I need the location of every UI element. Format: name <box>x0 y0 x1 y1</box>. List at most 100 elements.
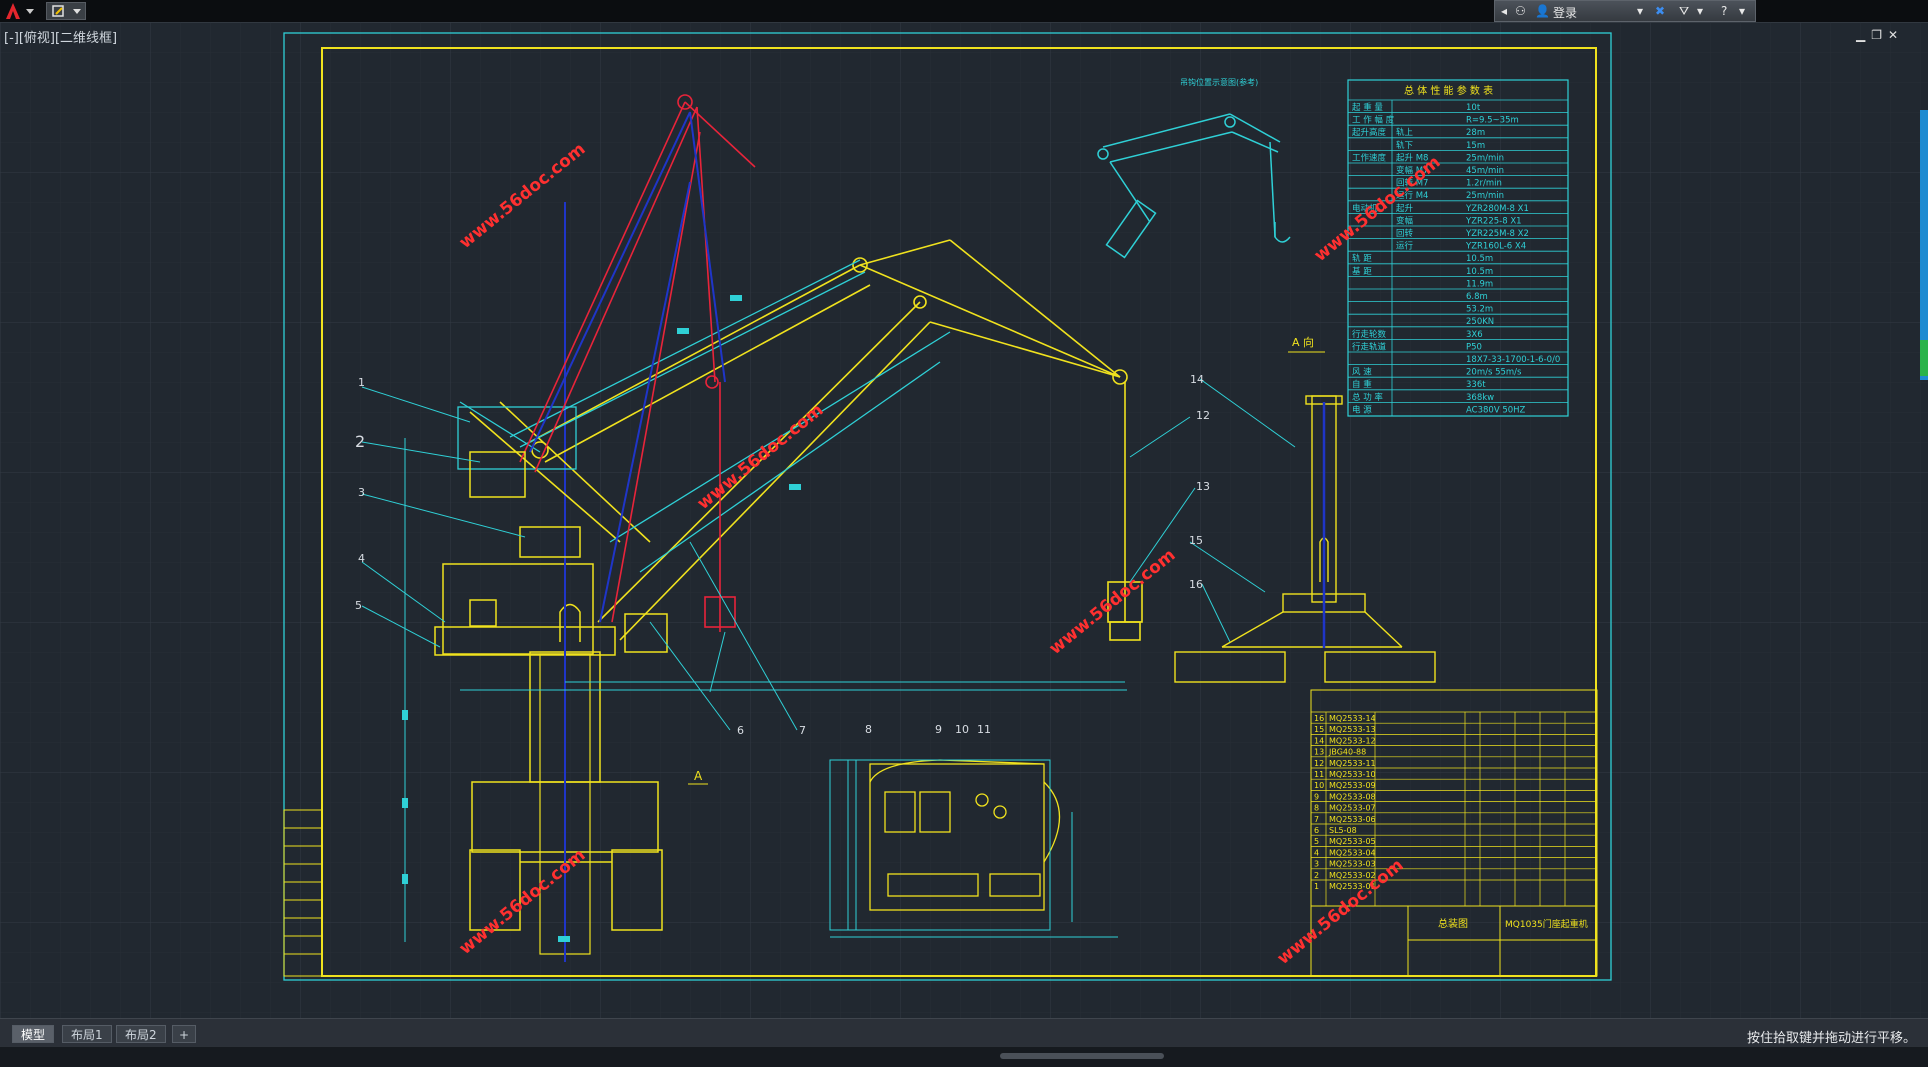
parameters-cell: 工 作 幅 度 <box>1352 115 1395 126</box>
bom-cell: 2 <box>1314 871 1319 880</box>
parameters-cell: 变幅 <box>1396 215 1414 226</box>
balloon-3: 3 <box>358 486 365 499</box>
bom-cell: 5 <box>1314 837 1319 846</box>
help-icon[interactable]: ? <box>1721 4 1727 18</box>
bom-cell: 6 <box>1314 826 1319 835</box>
balloon-2: 2 <box>355 432 365 451</box>
add-layout-button[interactable]: + <box>172 1025 197 1043</box>
bom-cell: SL5-08 <box>1329 826 1357 835</box>
parameters-cell: YZR225-8 X1 <box>1465 216 1522 226</box>
tab-layout1[interactable]: 布局1 <box>62 1025 112 1043</box>
parameters-cell: 10.5m <box>1466 267 1493 277</box>
bom-cell: 10 <box>1314 781 1324 790</box>
parameters-cell: 20m/s 55m/s <box>1466 368 1522 378</box>
parameters-cell: 3X6 <box>1466 330 1483 340</box>
hook-detail-title: 吊钩位置示意图(参考) <box>1180 77 1258 87</box>
minimize-icon[interactable]: ▁ <box>1856 28 1871 42</box>
parameters-cell: 15m <box>1466 141 1485 151</box>
quick-access-toolbar[interactable] <box>46 2 86 20</box>
view-a-label: A 向 <box>1292 335 1314 349</box>
parameters-cell: 行走轨道 <box>1352 341 1387 352</box>
bom-cell: MQ2533-11 <box>1329 759 1376 768</box>
balloon-8: 8 <box>865 723 872 736</box>
bom-cell: MQ2533-10 <box>1329 770 1376 779</box>
bom-cell: 7 <box>1314 815 1319 824</box>
workspace-icon <box>52 5 81 17</box>
parameters-cell: 起 重 量 <box>1352 102 1383 113</box>
user-icon: 👤 <box>1535 4 1550 18</box>
bom-cell: 1 <box>1314 882 1319 891</box>
command-hint: 按住拾取键并拖动进行平移。 <box>1746 1031 1916 1046</box>
balloon-6: 6 <box>737 724 744 737</box>
bom-cell: 9 <box>1314 792 1319 801</box>
parameters-cell: 18X7-33-1700-1-6-0/0 <box>1466 355 1560 365</box>
bom-cell: 3 <box>1314 860 1319 869</box>
balloon-5: 5 <box>355 599 362 612</box>
tab-layout2[interactable]: 布局2 <box>116 1025 166 1043</box>
balloon-15: 15 <box>1189 534 1203 547</box>
parameters-cell: 25m/min <box>1466 191 1504 201</box>
bom-cell: 14 <box>1314 736 1324 745</box>
parameters-cell: R=9.5~35m <box>1466 116 1519 126</box>
parameters-cell: 6.8m <box>1466 292 1488 302</box>
bom-cell: MQ2533-04 <box>1329 848 1376 857</box>
autodesk-a360-icon[interactable]: ⛛ <box>1679 4 1689 19</box>
chevron-down-icon[interactable]: ▾ <box>1697 4 1703 18</box>
application-menu-button[interactable] <box>2 1 42 21</box>
parameters-cell: 368kw <box>1466 393 1494 403</box>
parameters-cell: 总 功 率 <box>1352 392 1383 403</box>
login-button[interactable]: 登录 <box>1553 4 1577 21</box>
parameters-cell: 回转 <box>1396 228 1414 239</box>
nav-bar-indicator[interactable] <box>1920 340 1928 376</box>
balloon-11: 11 <box>977 723 991 736</box>
bom-cell: 4 <box>1314 848 1319 857</box>
bom-cell: 16 <box>1314 714 1324 723</box>
parameters-cell: 10t <box>1466 103 1481 113</box>
parameters-cell: 行走轮数 <box>1352 329 1387 340</box>
parameters-cell: 10.5m <box>1466 254 1493 264</box>
parameters-cell: 28m <box>1466 128 1485 138</box>
bom-cell: MQ2533-09 <box>1329 781 1376 790</box>
balloon-14: 14 <box>1190 373 1204 386</box>
chevron-left-icon[interactable]: ◂ <box>1501 4 1507 18</box>
viewport-controls[interactable]: [-][俯视][二维线框] <box>4 27 117 46</box>
balloon-13: 13 <box>1196 480 1210 493</box>
parameters-cell: 自 重 <box>1352 379 1372 390</box>
tab-model[interactable]: 模型 <box>12 1025 55 1043</box>
restore-icon[interactable]: ❐ <box>1871 28 1888 42</box>
parameters-cell: 工作速度 <box>1352 152 1387 163</box>
status-bar <box>0 1046 1928 1067</box>
application-topbar: ◂ ⚇ 👤 登录 ▾ ✖ ⛛ ▾ ? ▾ <box>0 0 1928 23</box>
balloon-1: 1 <box>358 376 365 389</box>
bom-cell: JBG40-88 <box>1328 748 1366 757</box>
bom-cell: 13 <box>1314 748 1324 757</box>
exchange-icon[interactable]: ✖ <box>1655 4 1665 18</box>
dropdown-icon[interactable]: ▾ <box>1637 4 1643 18</box>
bom-cell: MQ2533-07 <box>1329 804 1376 813</box>
bom-cell: MQ2533-08 <box>1329 792 1376 801</box>
drawing-name: 总装图 <box>1438 917 1468 930</box>
drawing-viewport[interactable]: 1 2 3 4 5 6 7 A 8 9 10 11 吊钩位置示意图(参考) A … <box>0 22 1928 1018</box>
bom-cell: MQ2533-03 <box>1329 860 1376 869</box>
parameters-cell: AC380V 50HZ <box>1466 405 1526 415</box>
parameters-cell: 轨 距 <box>1352 253 1372 264</box>
bom-cell: MQ2533-14 <box>1329 714 1376 723</box>
balloon-7: 7 <box>799 724 806 737</box>
section-a-label: A <box>694 769 703 783</box>
bom-cell: 12 <box>1314 759 1324 768</box>
viewport-window-controls[interactable]: ▁❐✕ <box>1856 28 1904 42</box>
model-grid <box>0 22 1928 1018</box>
parameters-cell: 轨上 <box>1396 127 1414 138</box>
parameters-cell: 起升高度 <box>1352 127 1387 138</box>
balloon-16: 16 <box>1189 578 1203 591</box>
bom-cell: MQ2533-05 <box>1329 837 1376 846</box>
parameters-cell: 1.2r/min <box>1466 179 1502 189</box>
close-icon[interactable]: ✕ <box>1888 28 1904 42</box>
help-dropdown-icon[interactable]: ▾ <box>1739 4 1745 18</box>
binoculars-icon[interactable]: ⚇ <box>1515 4 1526 18</box>
balloon-10: 10 <box>955 723 969 736</box>
horizontal-scrollbar[interactable] <box>1000 1053 1164 1059</box>
bom-cell: MQ2533-06 <box>1329 815 1376 824</box>
parameters-cell: 250KN <box>1466 317 1494 327</box>
bom-cell: MQ2533-13 <box>1329 725 1376 734</box>
